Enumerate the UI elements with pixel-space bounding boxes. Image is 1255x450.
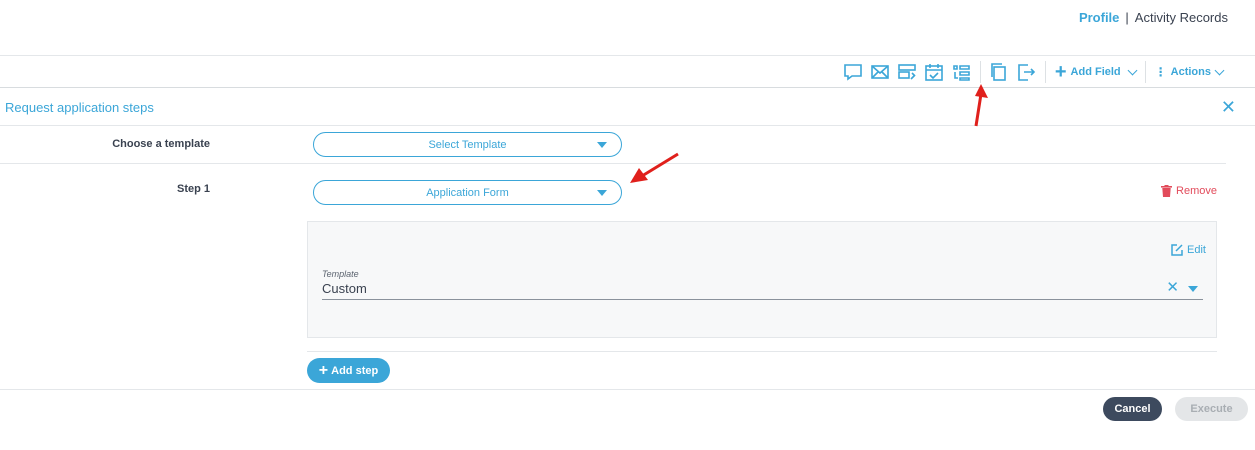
step-select-value: Application Form <box>426 186 509 199</box>
top-nav: Profile | Activity Records <box>1079 10 1228 25</box>
toolbar: + Add Field ⋮ Actions <box>0 55 1255 88</box>
step-label: Step 1 <box>176 183 210 195</box>
panel-title: Request application steps <box>5 100 154 115</box>
step-select[interactable]: Application Form <box>313 180 622 205</box>
divider <box>307 351 1217 352</box>
actions-button[interactable]: ⋮ Actions <box>1151 65 1227 79</box>
copy-icon[interactable] <box>986 60 1013 84</box>
edit-button[interactable]: Edit <box>1171 244 1206 256</box>
step-detail-box: Edit Template Custom ✕ <box>307 221 1217 338</box>
trash-icon <box>1161 185 1173 197</box>
annotation-arrow-left <box>630 152 679 183</box>
template-select[interactable]: Select Template <box>313 132 622 157</box>
edit-label: Edit <box>1187 244 1206 256</box>
add-step-button[interactable]: + Add step <box>307 358 390 383</box>
cancel-button[interactable]: Cancel <box>1103 397 1162 421</box>
remove-step-button[interactable]: Remove <box>1161 185 1217 197</box>
chat-icon[interactable] <box>840 60 867 84</box>
plus-icon: + <box>318 361 329 379</box>
nav-activity-records[interactable]: Activity Records <box>1135 10 1228 25</box>
toolbar-divider <box>1044 61 1046 83</box>
steps-icon[interactable] <box>948 60 975 84</box>
list-edit-icon[interactable] <box>894 60 921 84</box>
plus-icon: + <box>1054 61 1067 83</box>
add-field-button[interactable]: + Add Field <box>1051 62 1140 82</box>
clear-icon[interactable]: ✕ <box>1166 280 1179 296</box>
calendar-check-icon[interactable] <box>921 60 948 84</box>
divider <box>0 389 1255 390</box>
toolbar-actions: + Add Field ⋮ Actions <box>840 60 1227 84</box>
choose-template-label: Choose a template <box>112 138 210 150</box>
kebab-icon: ⋮ <box>1154 65 1167 79</box>
template-select-value: Select Template <box>428 138 507 151</box>
nav-profile[interactable]: Profile <box>1079 10 1119 25</box>
mail-icon[interactable] <box>867 60 894 84</box>
edit-icon <box>1171 244 1183 256</box>
chevron-down-icon <box>1214 65 1225 75</box>
actions-label: Actions <box>1170 66 1211 78</box>
toolbar-divider <box>1144 61 1146 83</box>
caret-down-icon[interactable] <box>1188 286 1198 292</box>
template-field-label: Template <box>322 269 359 279</box>
add-field-label: Add Field <box>1070 66 1121 78</box>
divider <box>0 163 1226 164</box>
add-step-label: Add step <box>331 364 379 377</box>
template-field-value: Custom <box>322 281 367 296</box>
remove-label: Remove <box>1176 185 1217 197</box>
chevron-down-icon <box>1127 65 1138 75</box>
caret-down-icon <box>597 190 607 196</box>
divider <box>0 125 1255 126</box>
template-field[interactable]: Custom ✕ <box>322 280 1203 300</box>
export-icon[interactable] <box>1013 60 1040 84</box>
caret-down-icon <box>597 142 607 148</box>
nav-separator: | <box>1125 10 1129 25</box>
close-icon[interactable]: ✕ <box>1221 98 1236 116</box>
execute-button: Execute <box>1175 397 1248 421</box>
toolbar-divider <box>979 61 981 83</box>
